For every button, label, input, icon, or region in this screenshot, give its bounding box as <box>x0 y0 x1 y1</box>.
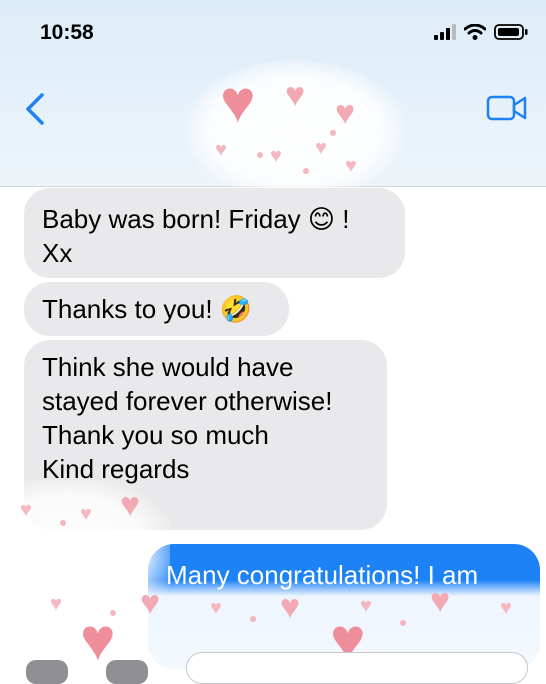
heart-icon: ♥ <box>270 145 282 167</box>
battery-icon <box>494 24 528 40</box>
heart-icon: ♥ <box>120 486 141 524</box>
heart-icon: ♥ <box>430 582 451 620</box>
dot-decoration <box>330 130 336 136</box>
heart-icon: ♥ <box>20 499 32 521</box>
heart-icon: ♥ <box>500 597 512 619</box>
message-line: Thank you so much <box>42 420 269 450</box>
heart-icon: ♥ <box>315 137 327 159</box>
dot-decoration <box>110 610 116 616</box>
message-input[interactable] <box>186 652 528 684</box>
camera-button[interactable] <box>26 660 68 684</box>
apps-button[interactable] <box>106 660 148 684</box>
heart-icon: ♥ <box>220 68 256 135</box>
heart-icon: ♥ <box>140 584 161 622</box>
dot-decoration <box>400 620 406 626</box>
dot-decoration <box>257 152 263 158</box>
video-camera-icon[interactable] <box>486 94 528 122</box>
wifi-icon <box>464 24 486 40</box>
cellular-signal-icon <box>434 24 456 40</box>
conversation-header: 10:58 ♥ ♥ ♥ ♥ ♥ ♥ ♥ <box>0 0 546 200</box>
dot-decoration <box>250 616 256 622</box>
message-line: Baby was born! Friday 😊 ! <box>42 204 350 234</box>
status-icons <box>434 24 528 40</box>
message-bubble-incoming[interactable]: Thanks to you! 🤣 <box>24 282 289 336</box>
heart-icon: ♥ <box>345 155 357 177</box>
chevron-left-icon[interactable] <box>22 92 50 126</box>
message-bubble-incoming[interactable]: Baby was born! Friday 😊 ! Xx <box>24 188 405 278</box>
heart-icon: ♥ <box>80 503 92 525</box>
heart-icon: ♥ <box>335 94 356 132</box>
heart-icon: ♥ <box>285 76 306 114</box>
dot-decoration <box>303 168 309 174</box>
message-line: stayed forever otherwise! <box>42 386 333 416</box>
message-line: Thanks to you! 🤣 <box>42 294 253 324</box>
heart-icon: ♥ <box>50 593 62 615</box>
message-line: Think she would have <box>42 352 294 382</box>
heart-icon: ♥ <box>280 588 301 626</box>
dot-decoration <box>60 520 66 526</box>
message-line: Xx <box>42 238 73 268</box>
heart-icon: ♥ <box>210 597 222 619</box>
contact-avatar[interactable]: ♥ ♥ ♥ ♥ ♥ ♥ ♥ <box>185 60 405 200</box>
heart-icon: ♥ <box>215 139 227 161</box>
status-time: 10:58 <box>40 21 94 44</box>
